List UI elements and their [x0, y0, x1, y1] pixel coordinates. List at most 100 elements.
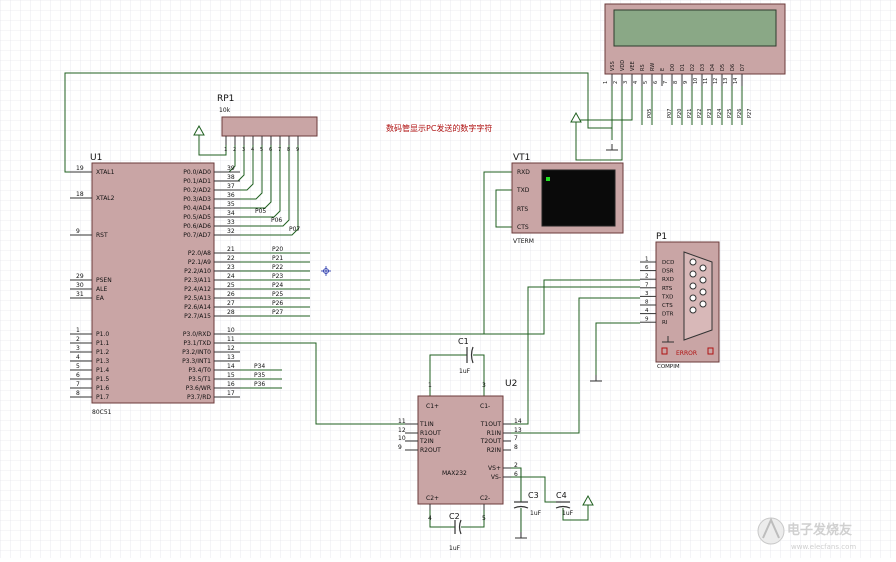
u2-pin-number: 12 [398, 427, 406, 434]
rp1-pin-number: 4 [251, 147, 254, 153]
lcd-net-label: P24 [717, 109, 723, 118]
schematic-svg: 19XTAL118XTAL29RST29PSEN30ALE31EA1P1.02P… [0, 0, 896, 558]
u2-pin-name: VS+ [488, 465, 501, 472]
p1-pin-number: 1 [645, 257, 649, 263]
c2-ref: C2 [449, 512, 460, 521]
db9-pin-hole [689, 270, 697, 278]
u1-pin-name: P1.5 [96, 376, 109, 383]
p1-pin-name: DSR [662, 269, 674, 275]
lcd-net-label: P25 [727, 109, 733, 118]
u1-pin-number: 23 [227, 264, 235, 271]
net-label: P24 [272, 282, 283, 289]
u1-pin-name: P0.4/AD4 [183, 205, 211, 212]
u1-pin-number: 26 [227, 291, 235, 298]
lcd-pin-number: 5 [643, 81, 649, 84]
u1-pin-number: 37 [227, 183, 235, 190]
p1-db9-connector [683, 251, 713, 341]
lcd-pin-number: 12 [713, 78, 719, 84]
p1-pin-name: CTS [662, 303, 673, 309]
rp1-pin-number: 9 [296, 147, 299, 153]
u1-pin-name: P0.7/AD7 [183, 232, 211, 239]
rp1-body[interactable] [221, 116, 318, 137]
u1-pin-number: 19 [76, 165, 84, 172]
u1-pin-number: 13 [227, 354, 235, 361]
db9-pin-hole [689, 258, 697, 266]
lcd-pin-name: VEE [630, 61, 636, 71]
lcd-pin-number: 13 [723, 78, 729, 84]
schematic-canvas[interactable]: 19 XTAL1 18 XTAL2 9 RST 29 PSEN 30 ALE 31 EA 1 P1.0 2 P… [0, 0, 896, 558]
u1-pin-number: 36 [227, 192, 235, 199]
vt1-pin-name: RTS [517, 206, 528, 213]
p1-pin-name: RXD [662, 277, 674, 283]
u1-pin-name: P1.4 [96, 367, 109, 374]
u1-pin-name: P3.0/RXD [183, 331, 211, 338]
rp1-pin-number: 6 [269, 147, 272, 153]
u2-pin-name: R2IN [487, 447, 501, 454]
net-label: P06 [271, 217, 282, 224]
rp1-pin-number: 1 [224, 147, 227, 153]
c3-value: 1uF [530, 510, 542, 517]
u1-pin-number: 24 [227, 273, 235, 280]
lcd-pin-number: 1 [603, 81, 609, 84]
u1-pin-name: P3.4/T0 [188, 367, 211, 374]
db9-pin-hole [699, 300, 707, 308]
lcd-net-label: P07 [667, 109, 673, 118]
u2-part: MAX232 [442, 470, 467, 477]
lcd-pin-name: VDD [620, 60, 626, 71]
u1-pin-number: 12 [227, 345, 235, 352]
db9-pin-hole [699, 264, 707, 272]
lcd-pin-name: VSS [610, 61, 616, 71]
u1-pin-name: P3.2/INT0 [182, 349, 211, 356]
c3-ref: C3 [528, 491, 539, 500]
u1-pin-number: 5 [76, 363, 80, 370]
p1-part: COMPIM [657, 364, 680, 370]
u2-pin-number: 6 [514, 471, 518, 478]
p1-pin-number: 3 [645, 291, 649, 297]
lcd-pin-number: 4 [633, 81, 639, 84]
u1-pin-name: P1.7 [96, 394, 109, 401]
net-label: P27 [272, 309, 283, 316]
lcd-pin-number: 7 [663, 81, 669, 84]
lcd-pin-name: RS [640, 64, 646, 71]
net-label: P21 [272, 255, 283, 262]
u1-pin-name: P1.0 [96, 331, 109, 338]
u2-pin-number: 13 [514, 427, 522, 434]
u1-pin-number: 15 [227, 372, 235, 379]
lcd-net-label: P27 [747, 109, 753, 118]
u2-pin-number: 14 [514, 418, 522, 425]
u1-pin-number: 27 [227, 300, 235, 307]
u1-pin-name: XTAL1 [96, 169, 115, 176]
lcd-screen [613, 9, 777, 47]
u1-pin-number: 25 [227, 282, 235, 289]
u1-pin-name: PSEN [96, 277, 112, 284]
u2-pin-number: 3 [482, 382, 486, 389]
lcd-pin-name: D1 [680, 64, 686, 71]
u1-pin-number: 21 [227, 246, 235, 253]
u2-pin-name: T1IN [419, 421, 434, 428]
lcd-pin-number: 6 [653, 81, 659, 84]
p1-pin-name: DCD [662, 260, 674, 266]
u2-pin-name: T1OUT [480, 421, 502, 428]
u2-pin-number: 8 [514, 444, 518, 451]
u1-pin-name: P1.2 [96, 349, 109, 356]
u1-pin-number: 8 [76, 390, 80, 397]
u1-pin-number: 18 [76, 191, 84, 198]
u1-pin-number: 32 [227, 228, 235, 235]
net-label: P26 [272, 300, 283, 307]
lcd-pin-name: RW [650, 63, 656, 71]
u2-pin-name: C1- [480, 403, 490, 410]
lcd-pin-name: D0 [670, 64, 676, 71]
lcd-pin-name: E [660, 68, 666, 71]
p1-pin-number: 7 [645, 282, 649, 288]
u1-pin-name: P2.7/A15 [184, 313, 211, 320]
u1-pin-number: 4 [76, 354, 80, 361]
lcd-pin-number: 10 [693, 78, 699, 84]
net-label: P34 [254, 363, 265, 370]
rp1-pin-number: 2 [233, 147, 236, 153]
p1-pin-name: TXD [661, 294, 673, 300]
lcd-net-label: P22 [697, 109, 703, 118]
p1-pin-name: DTR [662, 312, 674, 318]
db9-pin-hole [689, 282, 697, 290]
u2-pin-number: 1 [428, 382, 432, 389]
u1-pin-number: 3 [76, 345, 80, 352]
